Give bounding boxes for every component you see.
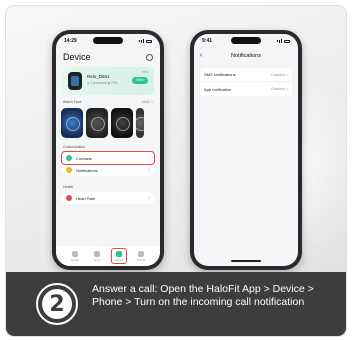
watch-icon xyxy=(68,72,82,90)
device-status: ● Connected ▮ 70% xyxy=(87,81,118,85)
notifications-row[interactable]: Notifications › xyxy=(62,164,154,176)
page-title: Notifications xyxy=(231,53,261,59)
watch-face-thumbnail[interactable] xyxy=(136,108,144,138)
contacts-icon xyxy=(66,155,72,161)
heart-rate-label: Heart Rate xyxy=(76,195,96,201)
watch-face-more-link[interactable]: More > xyxy=(142,100,153,104)
notifications-screen: 9:41 ‹ Notifications SMS Notifications D… xyxy=(194,34,298,266)
watch-face-thumbnail[interactable] xyxy=(111,108,133,138)
health-label: Health xyxy=(63,185,74,189)
app-notification-value: Disabled > xyxy=(271,87,288,91)
watch-face-label: Watch Face xyxy=(63,100,82,104)
battery-percent: 70% xyxy=(141,70,148,74)
tab-home[interactable]: Home xyxy=(68,249,82,263)
tab-device[interactable]: Device xyxy=(111,248,127,264)
contacts-row[interactable]: Contacts › xyxy=(61,151,155,165)
settings-icon[interactable] xyxy=(146,54,153,61)
health-list: Heart Rate › xyxy=(62,192,154,204)
phone-notifications-screen: 9:41 ‹ Notifications SMS Notifications D… xyxy=(190,30,302,270)
sms-notifications-row[interactable]: SMS Notifications Disabled > xyxy=(200,68,292,82)
contacts-label: Contacts xyxy=(76,155,92,161)
app-notification-row[interactable]: App notification Disabled > xyxy=(200,82,292,96)
step-badge: 2 xyxy=(36,283,78,325)
device-card[interactable]: Relo_D661 ● Connected ▮ 70% 70% Bind xyxy=(62,67,154,95)
chevron-right-icon: › xyxy=(148,195,150,201)
chevron-right-icon: › xyxy=(148,155,150,161)
status-time: 9:41 xyxy=(202,38,213,44)
status-bar: 9:41 xyxy=(202,36,290,46)
phone-device-screen: 14:29 Device Relo_D661 ● Connected ▮ 70%… xyxy=(52,30,164,270)
status-bar: 14:29 xyxy=(64,36,152,46)
device-screen: 14:29 Device Relo_D661 ● Connected ▮ 70%… xyxy=(56,34,160,266)
screenshot-stage: 14:29 Device Relo_D661 ● Connected ▮ 70%… xyxy=(6,6,346,272)
tab-profile[interactable]: Profile xyxy=(134,249,148,263)
chevron-right-icon: › xyxy=(148,167,150,173)
notification-settings-list: SMS Notifications Disabled > App notific… xyxy=(200,68,292,96)
bind-button[interactable]: Bind xyxy=(132,77,148,84)
heart-rate-row[interactable]: Heart Rate › xyxy=(62,192,154,204)
customization-label: Customization xyxy=(63,145,86,149)
tab-sport[interactable]: Sport xyxy=(90,249,104,263)
instruction-text: Answer a call: Open the HaloFit App > De… xyxy=(92,283,314,308)
watch-face-list xyxy=(61,108,144,138)
bottom-tab-bar: Home Sport Device Profile xyxy=(56,246,160,266)
home-indicator xyxy=(231,260,261,262)
watch-icon xyxy=(116,250,122,257)
watch-face-thumbnail[interactable] xyxy=(86,108,108,138)
signal-battery-icon xyxy=(139,39,152,43)
heart-icon xyxy=(66,195,72,201)
watch-face-thumbnail[interactable] xyxy=(61,108,83,138)
notifications-label: Notifications xyxy=(76,167,98,173)
profile-icon xyxy=(138,250,144,257)
sms-notifications-label: SMS Notifications xyxy=(204,72,236,77)
bell-icon xyxy=(66,167,72,173)
app-notification-label: App notification xyxy=(204,86,232,92)
step-number: 2 xyxy=(42,289,72,319)
device-name: Relo_D661 xyxy=(87,74,110,79)
signal-battery-icon xyxy=(277,39,290,43)
home-icon xyxy=(72,250,78,257)
instruction-card: 14:29 Device Relo_D661 ● Connected ▮ 70%… xyxy=(6,6,346,336)
caption-bar: 2 Answer a call: Open the HaloFit App > … xyxy=(6,272,346,336)
sport-icon xyxy=(94,250,100,257)
status-time: 14:29 xyxy=(64,38,77,44)
page-title: Device xyxy=(63,52,91,62)
sms-notifications-value: Disabled > xyxy=(271,72,288,77)
customization-list: Contacts › Notifications › xyxy=(61,151,155,176)
